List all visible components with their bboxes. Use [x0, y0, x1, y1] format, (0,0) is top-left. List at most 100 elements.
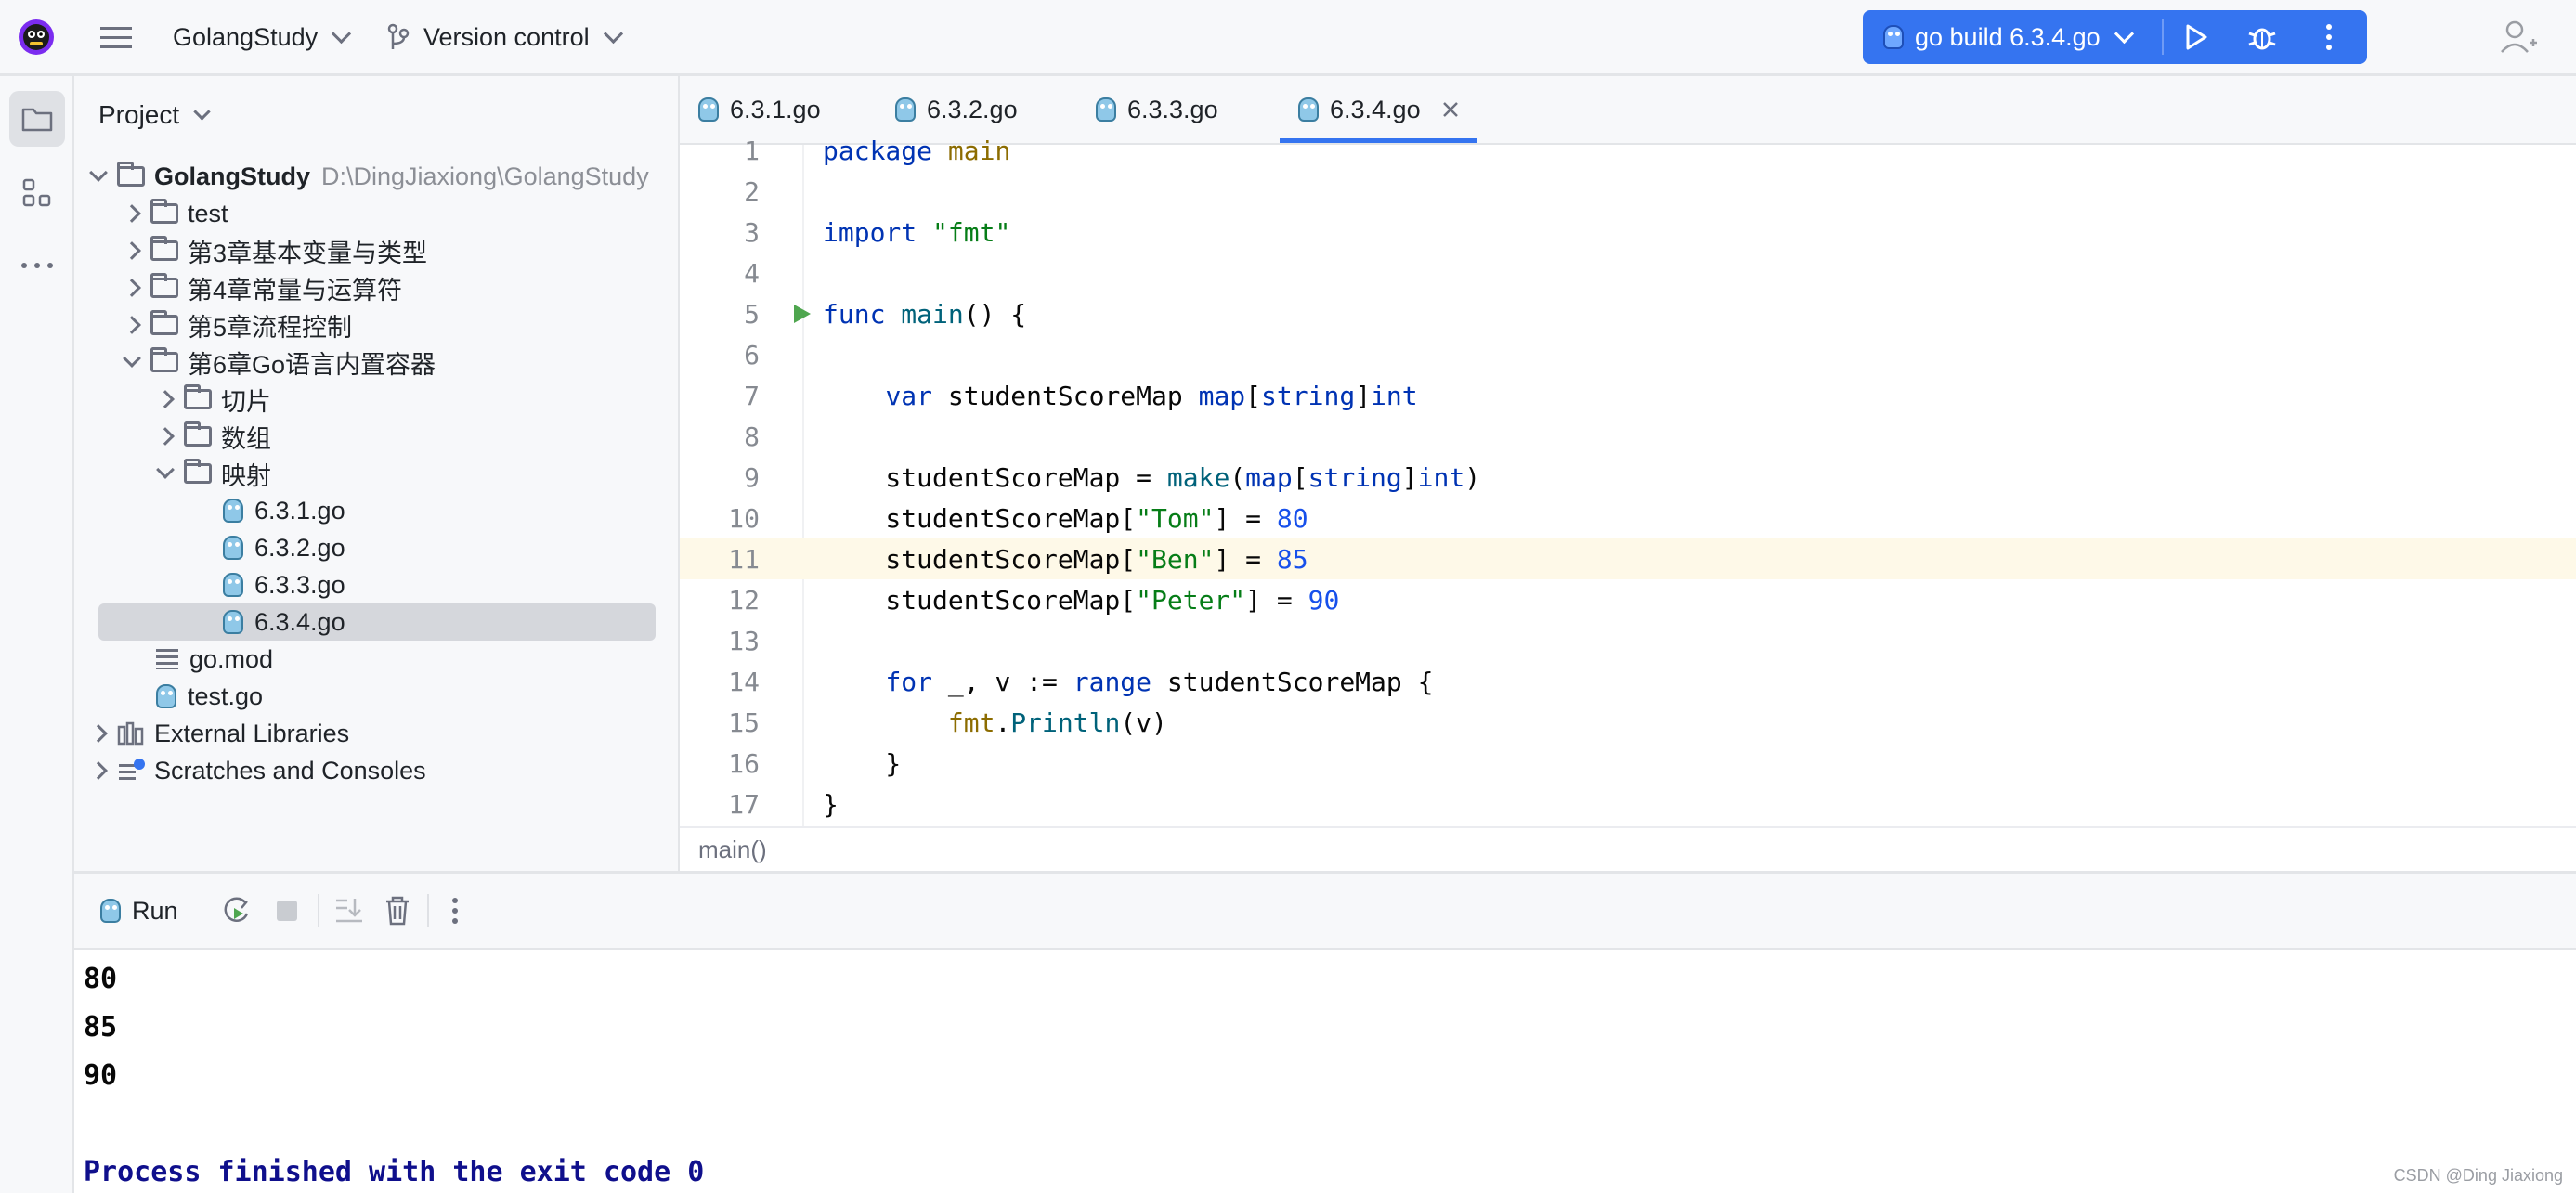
tree-item-chapter4[interactable]: 第4章常量与运算符 [74, 269, 724, 306]
tree-item-testgo[interactable]: test.go [74, 678, 760, 715]
tree-item-external-libraries[interactable]: External Libraries [74, 715, 691, 752]
tab-label: 6.3.2.go [927, 95, 1018, 123]
code-line: 17 } [680, 784, 2576, 824]
code-text: func main() { [823, 298, 1027, 330]
run-panel: Run 80 85 90 Process finished with the e… [74, 871, 2576, 1193]
code-text: studentScoreMap["Tom"] = 80 [823, 502, 1308, 534]
tree-item-chapter5[interactable]: 第5章流程控制 [74, 306, 724, 344]
breadcrumb-item[interactable]: main() [698, 836, 767, 864]
run-toolbar: Run [74, 874, 2576, 950]
line-number: 7 [744, 380, 760, 411]
run-config-selector[interactable]: go build 6.3.4.go [1863, 10, 2162, 64]
expand-arrow-icon[interactable] [121, 277, 143, 299]
chevron-down-icon [193, 102, 211, 121]
folder-icon [150, 347, 178, 372]
project-view-selector[interactable]: Project [98, 100, 211, 130]
code-line: 10 studentScoreMap["Tom"] = 80 [680, 498, 2576, 538]
code-text: } [823, 747, 902, 779]
app-logo[interactable] [17, 0, 56, 74]
tree-item-label: test [188, 199, 228, 227]
tree-item-root[interactable]: GolangStudy D:\DingJiaxiong\GolangStudy [74, 158, 691, 195]
run-tab-label: Run [132, 896, 178, 925]
tree-item-chapter3[interactable]: 第3章基本变量与类型 [74, 232, 724, 269]
line-number: 8 [744, 421, 760, 452]
tree-item-slices[interactable]: 切片 [74, 381, 758, 418]
tree-item-arrays[interactable]: 数组 [74, 418, 758, 455]
code-editor[interactable]: 1 package main 2 3 import "fmt" 4 5 func… [680, 136, 2576, 826]
main-menu-button[interactable] [100, 0, 132, 74]
account-button[interactable] [2500, 0, 2537, 74]
run-gutter-icon [794, 305, 811, 323]
more-options-button[interactable] [451, 874, 459, 948]
more-tools-button[interactable] [9, 238, 65, 293]
project-name: GolangStudy [173, 22, 319, 51]
watermark: CSDN @Ding Jiaxiong [2393, 1166, 2563, 1185]
goland-logo-icon [19, 19, 54, 55]
tree-item-chapter6[interactable]: 第6章Go语言内置容器 [74, 344, 724, 381]
rerun-icon [224, 897, 249, 922]
folder-icon [21, 108, 53, 132]
go-file-icon [223, 610, 243, 634]
tree-item-label: 数组 [221, 424, 271, 453]
tree-item-label: 6.3.1.go [254, 496, 345, 525]
code-text: studentScoreMap = make(map[string]int) [823, 461, 1481, 493]
code-text: fmt.Println(v) [947, 707, 1167, 738]
breadcrumb[interactable]: main() [680, 826, 2576, 871]
line-number: 16 [728, 747, 760, 779]
code-line: 2 [680, 171, 2576, 212]
expand-arrow-icon[interactable] [121, 314, 143, 336]
scroll-to-end-button[interactable] [334, 874, 364, 948]
console-line: 85 [84, 1011, 118, 1044]
code-line-current: 11 studentScoreMap["Ben"] = 85 [680, 538, 2576, 579]
folder-icon [184, 459, 212, 484]
console-exit-message: Process finished with the exit code 0 [84, 1156, 705, 1188]
stop-button[interactable] [275, 874, 299, 948]
folder-icon [150, 310, 178, 335]
stop-icon [277, 901, 297, 921]
tree-item-label: 6.3.4.go [254, 607, 345, 636]
scratches-icon [119, 759, 145, 780]
line-number: 2 [744, 175, 760, 207]
expand-arrow-icon[interactable] [154, 425, 176, 447]
run-tab[interactable]: Run [100, 874, 178, 948]
code-line: 4 [680, 253, 2576, 293]
line-number: 3 [744, 216, 760, 248]
expand-arrow-icon[interactable] [87, 722, 110, 745]
text-file-icon [156, 649, 178, 669]
tree-item-scratches[interactable]: Scratches and Consoles [74, 752, 691, 789]
line-number: 12 [728, 584, 760, 616]
code-text: import "fmt" [823, 216, 1011, 248]
vcs-widget[interactable]: Version control [386, 0, 623, 74]
hamburger-icon [100, 27, 132, 48]
go-file-icon [223, 536, 243, 560]
line-number: 4 [744, 257, 760, 289]
tree-item-gomod[interactable]: go.mod [74, 641, 760, 678]
clear-output-button[interactable] [384, 874, 410, 948]
expand-arrow-icon[interactable] [121, 202, 143, 225]
collapse-arrow-icon[interactable] [154, 460, 176, 485]
go-file-icon [1096, 97, 1116, 122]
collapse-arrow-icon[interactable] [121, 349, 143, 373]
tree-item-test-folder[interactable]: test [74, 195, 724, 232]
rerun-button[interactable] [221, 874, 253, 948]
go-file-icon [1883, 25, 1904, 49]
project-tool-button[interactable] [9, 91, 65, 147]
expand-arrow-icon[interactable] [87, 759, 110, 782]
line-number: 1 [744, 135, 760, 166]
tab-label: 6.3.3.go [1127, 95, 1218, 123]
run-button[interactable] [2164, 10, 2229, 64]
debug-button[interactable] [2229, 10, 2296, 64]
more-actions-button[interactable] [2296, 10, 2362, 64]
expand-arrow-icon[interactable] [154, 388, 176, 410]
project-switcher[interactable]: GolangStudy [173, 0, 352, 74]
tree-item-label: 第3章基本变量与类型 [188, 239, 428, 267]
tree-item-maps[interactable]: 映射 [74, 455, 758, 492]
expand-arrow-icon[interactable] [121, 240, 143, 262]
close-icon[interactable] [1441, 100, 1460, 119]
structure-tool-button[interactable] [9, 165, 65, 221]
run-gutter-button[interactable] [782, 303, 823, 325]
go-file-icon [156, 684, 176, 708]
code-text: studentScoreMap["Peter"] = 90 [823, 584, 1340, 616]
expand-arrow-icon[interactable] [87, 163, 110, 188]
code-line: 13 [680, 620, 2576, 661]
